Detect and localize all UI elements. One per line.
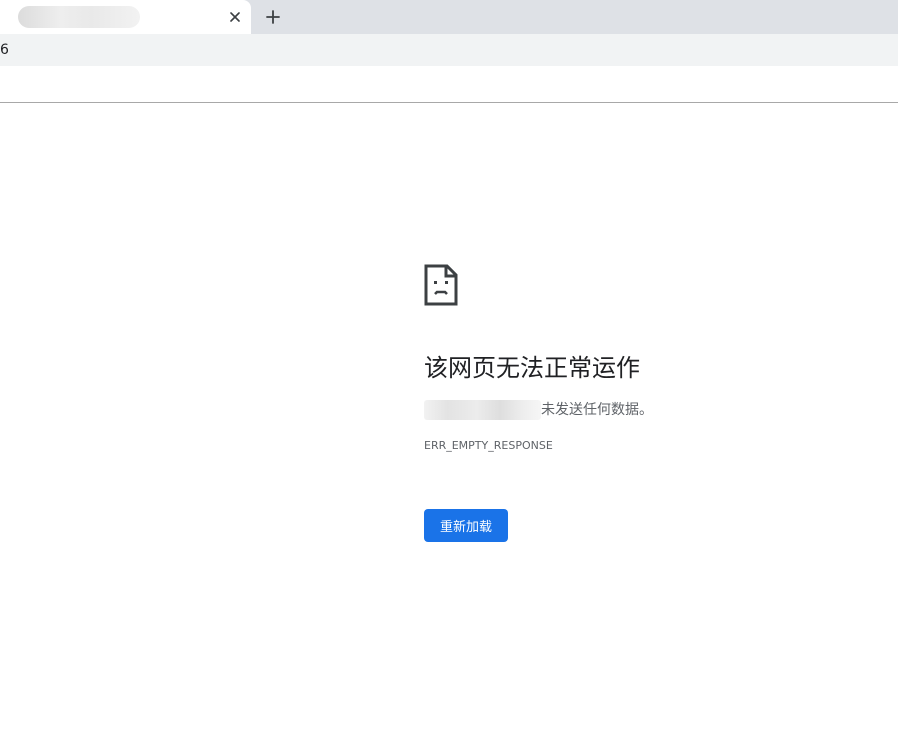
error-message-text: 未发送任何数据。 xyxy=(541,402,653,418)
bookmarks-bar xyxy=(0,66,898,103)
error-code: ERR_EMPTY_RESPONSE xyxy=(424,439,553,452)
sad-page-icon xyxy=(424,264,458,306)
error-message: 未发送任何数据。 xyxy=(424,399,653,421)
redacted-hostname xyxy=(424,400,541,420)
tab-strip xyxy=(0,0,898,34)
tab-title xyxy=(18,6,140,28)
plus-icon[interactable] xyxy=(262,6,284,28)
error-heading: 该网页无法正常运作 xyxy=(424,354,640,382)
reload-button[interactable]: 重新加载 xyxy=(424,509,508,542)
address-bar[interactable]: 6 xyxy=(0,42,9,58)
toolbar: 6 xyxy=(0,34,898,66)
active-tab[interactable] xyxy=(0,0,251,34)
close-icon[interactable] xyxy=(226,8,244,26)
